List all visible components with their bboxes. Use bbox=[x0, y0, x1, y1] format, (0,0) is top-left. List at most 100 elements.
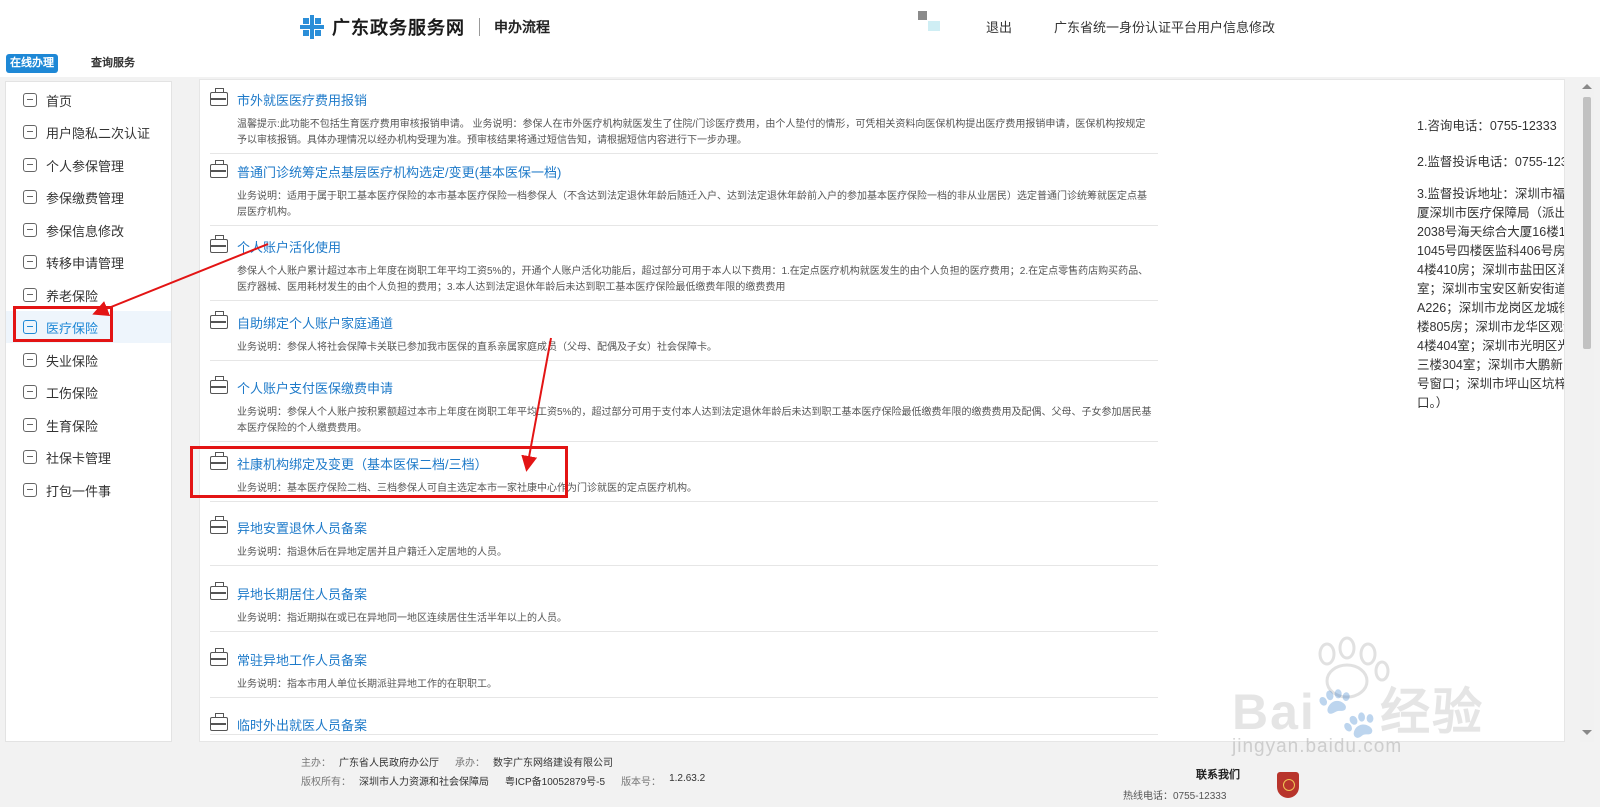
profile-edit-link[interactable]: 广东省统一身份认证平台用户信息修改 bbox=[1054, 17, 1275, 36]
sidebar-item-label: 参保缴费管理 bbox=[46, 190, 125, 206]
service-header[interactable]: 自助绑定个人账户家庭通道 bbox=[210, 311, 1158, 332]
service-description: 业务说明：参保人将社会保障卡关联已参加我市医保的直系亲属家庭成员（父母、配偶及子… bbox=[237, 342, 717, 353]
service-description: 业务说明：基本医疗保险二档、三档参保人可自主选定本市一家社康中心作为门诊就医的定… bbox=[237, 483, 697, 494]
sidebar-item-4[interactable]: 参保信息修改 bbox=[6, 214, 171, 246]
sidebar-item-8[interactable]: 失业保险 bbox=[6, 344, 171, 376]
transfer-icon bbox=[23, 255, 37, 269]
title-divider bbox=[479, 18, 480, 36]
service-title-link[interactable]: 市外就医医疗费用报销 bbox=[237, 90, 367, 109]
service-title-link[interactable]: 异地安置退休人员备案 bbox=[237, 518, 367, 537]
service-item: 普通门诊统筹定点基层医疗机构选定/变更(基本医保一档) 业务说明：适用于属于职工基… bbox=[210, 160, 1158, 226]
service-header[interactable]: 普通门诊统筹定点基层医疗机构选定/变更(基本医保一档) bbox=[210, 160, 1158, 181]
sidebar-item-label: 失业保险 bbox=[46, 353, 99, 369]
tab-online[interactable]: 在线办理 bbox=[6, 54, 58, 73]
operator-value: 数字广东网络建设有限公司 bbox=[493, 758, 613, 769]
service-title-link[interactable]: 临时外出就医人员备案 bbox=[237, 715, 367, 734]
medical-kit-icon bbox=[210, 648, 228, 666]
baidu-watermark-text: Bai🐾经验 bbox=[1232, 684, 1485, 740]
service-description: 业务说明：指退休后在异地定居并且户籍迁入定居地的人员。 bbox=[237, 547, 507, 558]
service-title-link[interactable]: 个人账户支付医保缴费申请 bbox=[237, 378, 393, 397]
service-header[interactable]: 异地安置退休人员备案 bbox=[210, 516, 1158, 537]
copyright-label: 版权所有： bbox=[301, 777, 351, 788]
info-complaint-address: 3.监督投诉地址：深圳市福田区彩田路2038号海天综合大厦深圳市医疗保障局（派出… bbox=[1417, 187, 1565, 410]
tab-query[interactable]: 查询服务 bbox=[87, 54, 139, 73]
medical-kit-icon bbox=[210, 452, 228, 470]
sidebar-item-label: 生育保险 bbox=[46, 418, 99, 434]
sidebar-item-11[interactable]: 社保卡管理 bbox=[6, 441, 171, 473]
service-header[interactable]: 临时外出就医人员备案 bbox=[210, 713, 1158, 734]
sidebar-item-5[interactable]: 转移申请管理 bbox=[6, 246, 171, 278]
gd-logo-icon bbox=[300, 15, 324, 39]
service-title-link[interactable]: 常驻异地工作人员备案 bbox=[237, 650, 367, 669]
sidebar-item-label: 转移申请管理 bbox=[46, 255, 125, 271]
scroll-down-arrow-icon[interactable] bbox=[1582, 730, 1592, 735]
service-header[interactable]: 市外就医医疗费用报销 bbox=[210, 88, 1158, 109]
sidebar-item-6[interactable]: 养老保险 bbox=[6, 279, 171, 311]
document-icon bbox=[23, 288, 37, 302]
service-title-link[interactable]: 自助绑定个人账户家庭通道 bbox=[237, 313, 393, 332]
service-title-link[interactable]: 异地长期居住人员备案 bbox=[237, 584, 367, 603]
sidebar-item-label: 打包一件事 bbox=[46, 483, 112, 499]
sidebar: 首页用户隐私二次认证个人参保管理 参保缴费管理参保信息修改转移申请管理 养老保险医疗… bbox=[5, 81, 172, 742]
edit-icon bbox=[23, 223, 37, 237]
operator-label: 承办： bbox=[455, 758, 485, 769]
medical-kit-icon bbox=[210, 516, 228, 534]
sidebar-item-0[interactable]: 首页 bbox=[6, 84, 171, 116]
scrollbar-thumb[interactable] bbox=[1583, 97, 1591, 349]
sidebar-item-12[interactable]: 打包一件事 bbox=[6, 474, 171, 506]
service-item: 自助绑定个人账户家庭通道业务说明：参保人将社会保障卡关联已参加我市医保的直系亲属… bbox=[210, 311, 1158, 361]
service-title-link[interactable]: 普通门诊统筹定点基层医疗机构选定/变更(基本医保一档) bbox=[237, 162, 561, 181]
medical-kit-icon bbox=[210, 713, 228, 731]
service-list-panel: 1.咨询电话：0755-12333 2.监督投诉电话：0755-12345 3.… bbox=[199, 79, 1565, 742]
service-title-link[interactable]: 社康机构绑定及变更（基本医保二档/三档） bbox=[237, 454, 488, 473]
site-header: 广东政务服务网 申办流程 退出 广东省统一身份认证平台用户信息修改 bbox=[0, 0, 1600, 52]
footer-row-host: 主办： 广东省人民政府办公厅 承办： 数字广东网络建设有限公司 bbox=[301, 754, 629, 769]
service-header[interactable]: 社康机构绑定及变更（基本医保二档/三档） bbox=[210, 452, 1158, 473]
medical-kit-icon bbox=[210, 160, 228, 178]
host-value: 广东省人民政府办公厅 bbox=[339, 758, 439, 769]
service-header[interactable]: 个人账户活化使用 bbox=[210, 235, 1158, 256]
package-icon bbox=[23, 483, 37, 497]
medical-kit-icon bbox=[210, 88, 228, 106]
service-item: 社康机构绑定及变更（基本医保二档/三档） 业务说明：基本医疗保险二档、三档参保人可… bbox=[210, 452, 1158, 502]
service-description: 业务说明：适用于属于职工基本医疗保险的本市基本医疗保险一档参保人（不含达到法定退… bbox=[237, 191, 1147, 218]
sidebar-item-label: 个人参保管理 bbox=[46, 158, 125, 174]
icp-number[interactable]: 粤ICP备10052879号-5 bbox=[505, 773, 605, 788]
service-header[interactable]: 个人账户支付医保缴费申请 bbox=[210, 376, 1158, 397]
hotline-text: 热线电话：0755-12333 bbox=[1123, 791, 1227, 802]
site-logo[interactable]: 广东政务服务网 申办流程 bbox=[300, 14, 550, 40]
sidebar-item-label: 养老保险 bbox=[46, 288, 99, 304]
sidebar-item-label: 医疗保险 bbox=[46, 320, 99, 336]
sidebar-item-10[interactable]: 生育保险 bbox=[6, 409, 171, 441]
service-item: 个人账户支付医保缴费申请业务说明：参保人个人账户按积累额超过本市上年度在岗职工年… bbox=[210, 376, 1158, 442]
user-avatar-icon[interactable] bbox=[918, 11, 942, 33]
sidebar-item-label: 首页 bbox=[46, 93, 73, 109]
gov-seal-icon[interactable] bbox=[1277, 772, 1299, 798]
sidebar-item-7[interactable]: 医疗保险 bbox=[6, 311, 171, 343]
scroll-up-arrow-icon[interactable] bbox=[1582, 84, 1592, 89]
home-icon bbox=[23, 125, 37, 139]
service-description: 参保人个人账户累计超过本市上年度在岗职工年平均工资5%的，开通个人账户活化功能后… bbox=[237, 266, 1149, 293]
service-item: 异地安置退休人员备案业务说明：指退休后在异地定居并且户籍迁入定居地的人员。 bbox=[210, 516, 1158, 566]
service-header[interactable]: 异地长期居住人员备案 bbox=[210, 582, 1158, 603]
logout-link[interactable]: 退出 bbox=[986, 17, 1012, 36]
service-header[interactable]: 常驻异地工作人员备案 bbox=[210, 648, 1158, 669]
service-title-link[interactable]: 个人账户活化使用 bbox=[237, 237, 341, 256]
home-icon bbox=[23, 93, 37, 107]
sidebar-item-3[interactable]: 参保缴费管理 bbox=[6, 181, 171, 213]
person-icon bbox=[23, 158, 37, 172]
sidebar-item-label: 社保卡管理 bbox=[46, 450, 112, 466]
service-item: 市外就医医疗费用报销 温馨提示:此功能不包括生育医疗费用审核报销申请。 业务说明：… bbox=[210, 88, 1158, 154]
service-item: 临时外出就医人员备案 bbox=[210, 713, 1158, 735]
service-description: 业务说明：参保人个人账户按积累额超过本市上年度在岗职工年平均工资5%的，超过部分… bbox=[237, 407, 1152, 434]
person-icon bbox=[23, 320, 37, 334]
sidebar-item-2[interactable]: 个人参保管理 bbox=[6, 149, 171, 181]
sidebar-item-9[interactable]: 工伤保险 bbox=[6, 376, 171, 408]
service-description: 业务说明：指本市用人单位长期派驻异地工作的在职职工。 bbox=[237, 679, 497, 690]
medical-kit-icon bbox=[210, 582, 228, 600]
service-description: 业务说明：指近期拟在或已在异地同一地区连续居住生活半年以上的人员。 bbox=[237, 613, 567, 624]
sidebar-item-1[interactable]: 用户隐私二次认证 bbox=[6, 116, 171, 148]
service-item: 异地长期居住人员备案业务说明：指近期拟在或已在异地同一地区连续居住生活半年以上的… bbox=[210, 582, 1158, 632]
contact-us-title[interactable]: 联系我们 bbox=[1196, 766, 1240, 782]
version-value: 1.2.63.2 bbox=[669, 773, 706, 784]
